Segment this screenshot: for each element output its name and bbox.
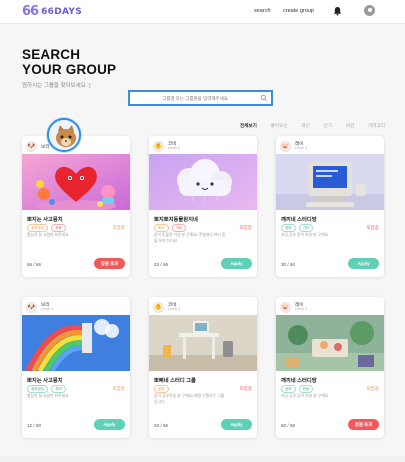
member-count: 33 / 66: [154, 262, 169, 267]
cat-avatar[interactable]: [47, 118, 81, 152]
member-count: 33 / 66: [154, 423, 169, 428]
card-description: 열심히 잘 사람만 와주세요: [27, 394, 69, 398]
card-tags: 공부 운동: [281, 385, 314, 394]
member-count: 60 / 60: [281, 423, 296, 428]
status-badge: 모집중: [239, 225, 252, 230]
card-tag: 공부: [281, 385, 296, 394]
sort-option-popular[interactable]: 인기: [324, 123, 332, 129]
logo-mark: 66: [22, 4, 39, 19]
card-tag: 운동: [51, 224, 66, 233]
card-tag: 정보공유: [27, 385, 49, 394]
card-tags: 공부: [154, 385, 169, 394]
search-input[interactable]: [134, 94, 256, 102]
sort-option-likes[interactable]: 좋아요순: [271, 123, 288, 129]
card-image-cozy-room: [276, 315, 384, 371]
status-badge: 모집중: [112, 225, 125, 230]
card-title: 뽀지는 사고뭉치: [27, 217, 63, 223]
page-title: SEARCH YOUR GROUP: [22, 47, 117, 77]
owner-level: Level 5: [168, 146, 181, 150]
card-tags: 정보공유 취미: [27, 385, 66, 394]
card-owner: 🐷 레이 Level 3: [280, 300, 307, 314]
card-owner: 🐥 코비 Level 5: [153, 139, 180, 153]
card-title: 깨끼네 스터디방: [281, 217, 317, 223]
apply-button[interactable]: Apply: [221, 258, 252, 269]
status-badge: 모집중: [239, 386, 252, 391]
member-count: 30 / 50: [281, 262, 296, 267]
group-card[interactable]: 🐶 보리 뽀지는 사고뭉치 정보공유 운동 모집중 열심히 잘 사람만 와주세요…: [22, 136, 130, 277]
apply-button[interactable]: Apply: [94, 419, 125, 430]
card-tag: 공부: [281, 224, 296, 233]
card-title: 깨끼네 스터디방: [281, 378, 317, 384]
card-owner: 🐶 보리: [26, 139, 49, 153]
card-tag: 운동: [298, 385, 314, 394]
card-description: 코딩 공부 같이 하실 분 구해요: [281, 394, 329, 398]
search-box: [128, 90, 273, 106]
sort-option-all[interactable]: 전체보기: [240, 123, 257, 129]
apply-button[interactable]: Apply: [221, 419, 252, 430]
next-row-preview: [0, 456, 405, 462]
search-icon[interactable]: [260, 94, 268, 102]
card-image-retro-computer: [276, 154, 384, 210]
member-count: 12 / 50: [27, 423, 42, 428]
group-card[interactable]: 🐷 레이 Level 3 깨끼네 스터디방 공부 기타 모집중 코딩 공부 같이…: [276, 136, 384, 277]
card-description: 같이 동물원 가실 분 구해요! 주말마다 여러 동물 보러 다녀요: [154, 233, 226, 243]
card-owner: 🐷 레이 Level 3: [280, 139, 307, 153]
owner-avatar: 🐶: [26, 301, 37, 313]
sort-option-category[interactable]: 카테고리: [368, 123, 385, 129]
member-count: 56 / 56: [27, 262, 42, 267]
status-badge: 모집중: [112, 386, 125, 391]
logo[interactable]: 66 66DAYS: [22, 4, 82, 19]
bell-icon[interactable]: [333, 6, 342, 16]
owner-avatar: 🐷: [280, 301, 291, 313]
card-tags: 정보공유 운동: [27, 224, 66, 233]
owner-avatar: 🐥: [153, 301, 164, 313]
top-navigation-bar: 66 66DAYS search create group: [0, 0, 405, 24]
card-tags: 공부 기타: [281, 224, 314, 233]
page-subtitle: 원하시는 그룹을 찾아보세요 :): [22, 83, 91, 89]
nav-search-link[interactable]: search: [254, 8, 271, 14]
sort-option-closing[interactable]: 마감: [346, 123, 354, 129]
nav-create-group-link[interactable]: create group: [283, 8, 314, 14]
card-tag: 취미: [51, 385, 66, 394]
card-owner: 🐶 보리 Level 4: [26, 300, 53, 314]
card-description: 열심히 잘 사람만 와주세요: [27, 233, 69, 237]
card-title: 뽀지뽀지동물원지네: [154, 217, 198, 223]
card-image-heart-character: [22, 154, 130, 210]
card-tag: 기타: [298, 224, 314, 233]
group-card[interactable]: 🐥 코비 Level 5 뽀지뽀지동물원지네 독서 기타 모집중 같이 동물원 …: [149, 136, 257, 277]
status-badge: 모집중: [366, 225, 379, 230]
card-tag: 기타: [171, 224, 187, 233]
owner-level: Level 3: [295, 146, 308, 150]
card-image-cloud-character: [149, 154, 257, 210]
owner-avatar: 🐶: [26, 140, 37, 152]
card-owner: 🐥 코비 Level 3: [153, 300, 180, 314]
full-button[interactable]: 정원 초과: [348, 419, 379, 430]
card-description: 같이 공부하실 분 구해요! 매일 인증하는 그룹입니다: [154, 394, 225, 404]
card-image-desk-room: [149, 315, 257, 371]
status-badge: 모집중: [366, 386, 379, 391]
user-avatar-icon[interactable]: [364, 5, 375, 16]
card-tag: 독서: [154, 224, 169, 233]
owner-avatar: 🐷: [280, 140, 291, 152]
logo-text: 66DAYS: [41, 6, 82, 17]
group-card[interactable]: 🐷 레이 Level 3 깨끼네 스터디방 공부 운동 모집중 코딩 공부 같이…: [276, 297, 384, 438]
card-tag: 공부: [154, 385, 169, 394]
card-tags: 독서 기타: [154, 224, 187, 233]
owner-level: Level 3: [295, 307, 308, 311]
full-button[interactable]: 정원 초과: [94, 258, 125, 269]
sort-options: 전체보기 좋아요순 최신 인기 마감 카테고리: [240, 123, 385, 129]
owner-level: Level 4: [41, 307, 54, 311]
card-description: 코딩 공부 같이 하실 분 구해요: [281, 233, 329, 237]
group-card[interactable]: 🐥 코비 Level 3 뽀삐네 스터디 그룹 공부 모집중 같이 공부하실 분…: [149, 297, 257, 438]
apply-button[interactable]: Apply: [348, 258, 379, 269]
owner-level: Level 3: [168, 307, 181, 311]
card-title: 뽀삐네 스터디 그룹: [154, 378, 196, 384]
card-tag: 정보공유: [27, 224, 49, 233]
sort-option-latest[interactable]: 최신: [301, 123, 309, 129]
card-image-rainbow: [22, 315, 130, 371]
owner-avatar: 🐥: [153, 140, 164, 152]
group-card[interactable]: 🐶 보리 Level 4 뽀지는 사고뭉치 정보공유 취미 모집중 열심히 잘 …: [22, 297, 130, 438]
card-title: 뽀지는 사고뭉치: [27, 378, 63, 384]
owner-name: 보리: [41, 143, 50, 149]
